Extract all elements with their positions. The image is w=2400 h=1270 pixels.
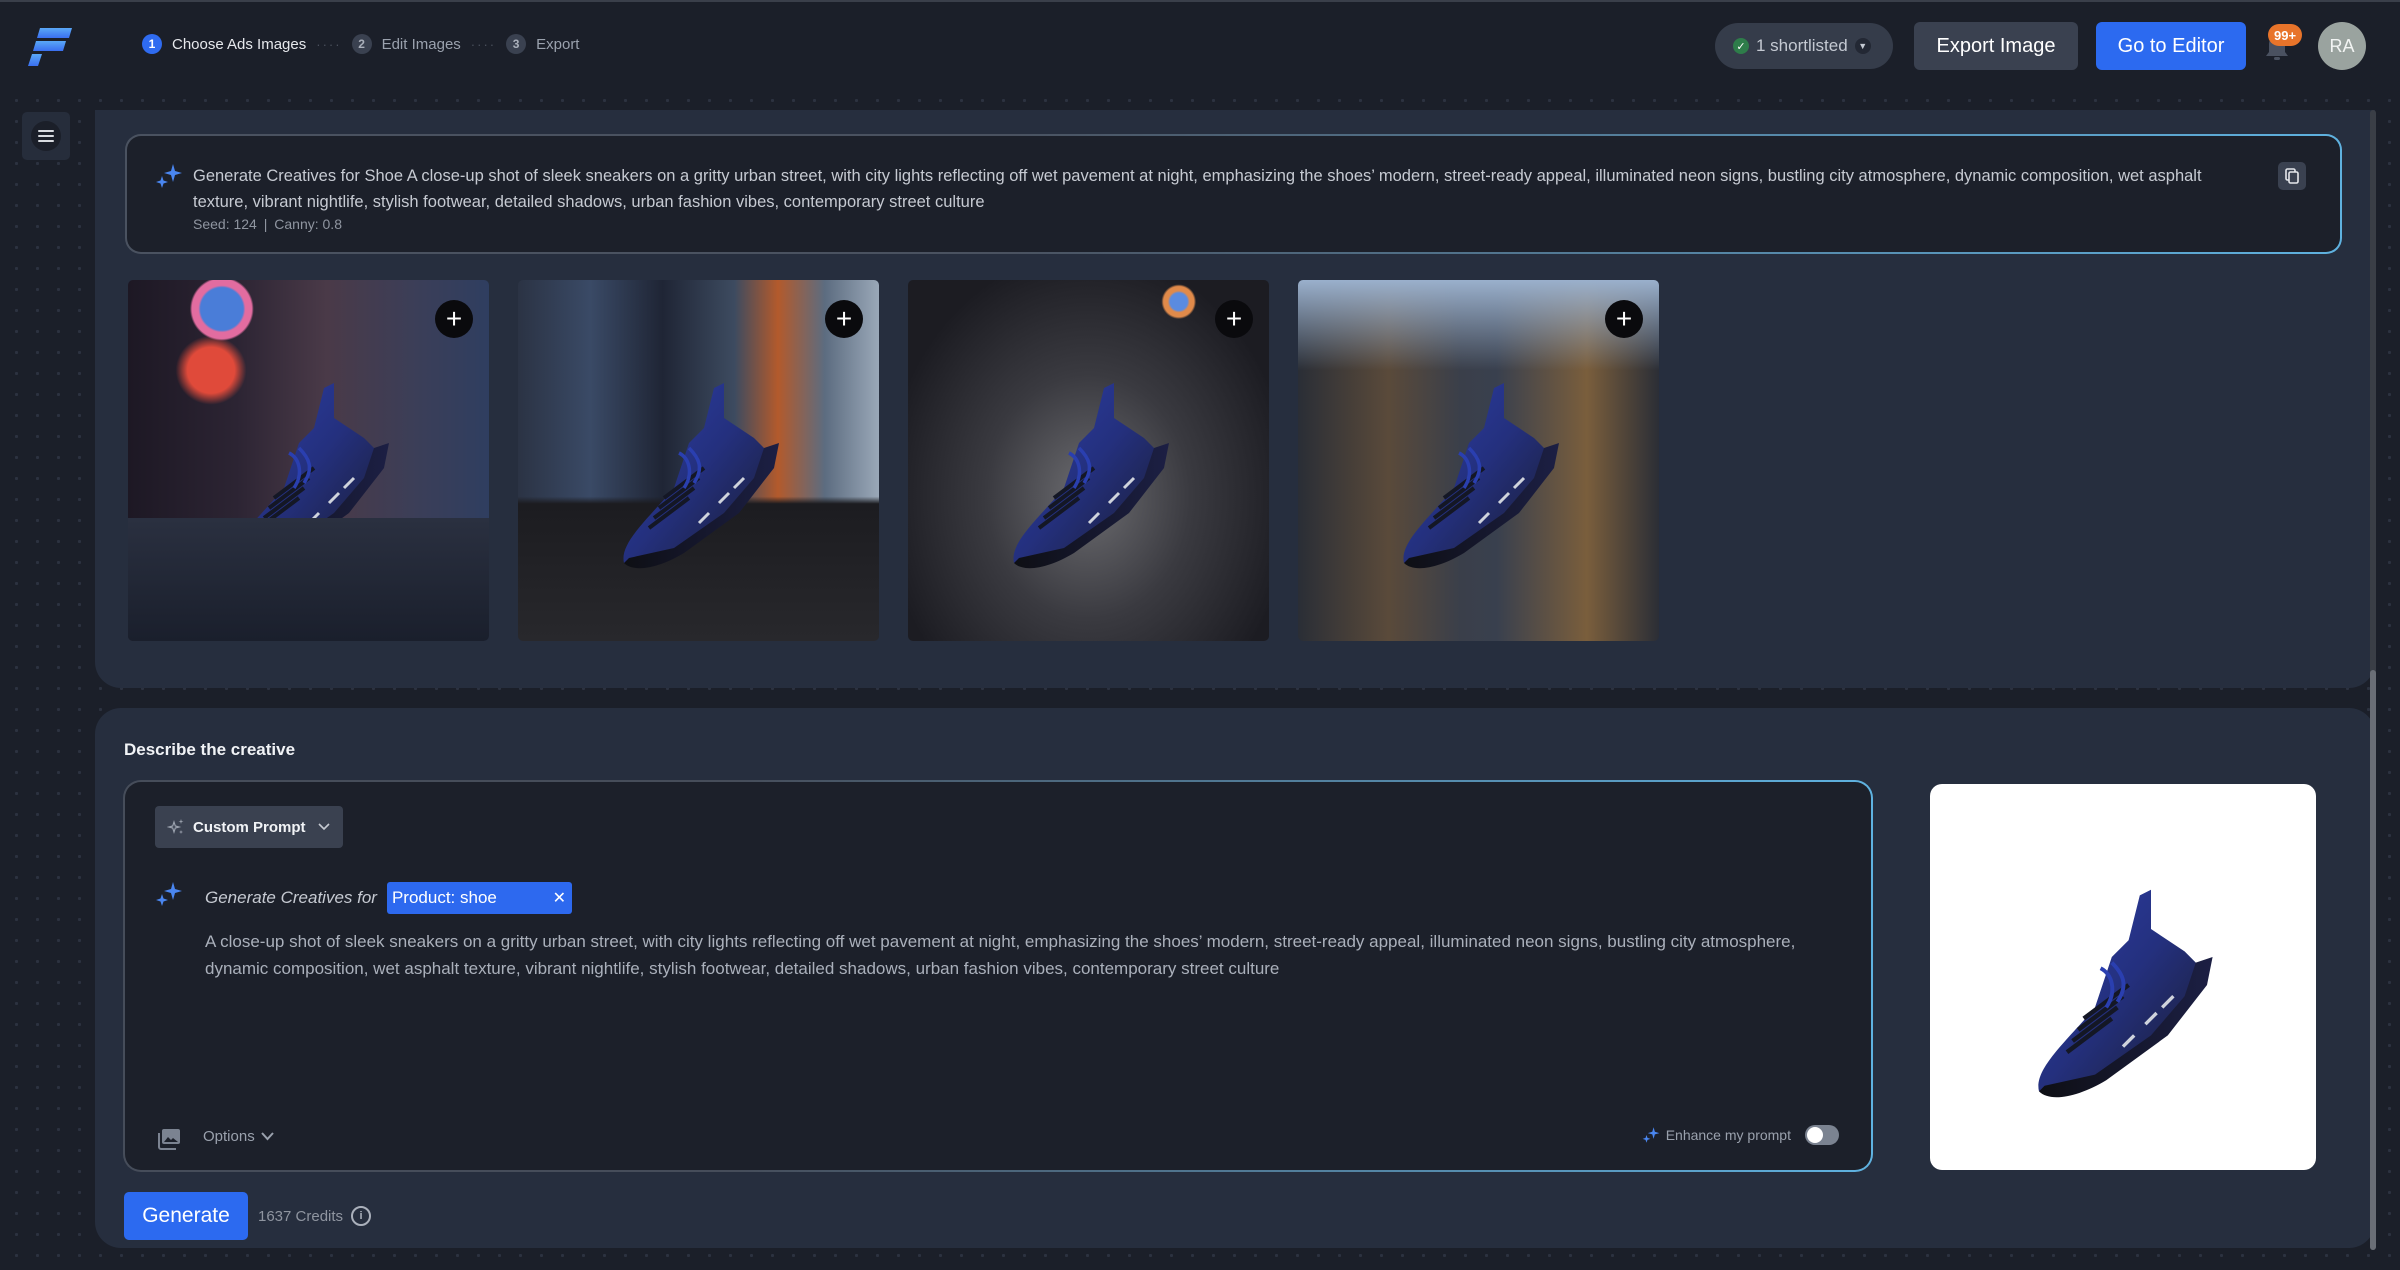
add-to-shortlist-button[interactable]: + [825,300,863,338]
reference-product-image[interactable] [1930,784,2316,1170]
product-chip-label: Product: shoe [391,888,497,907]
prompt-composer-panel: Describe the creative Custom Prompt Gene… [95,708,2375,1248]
add-to-shortlist-button[interactable]: + [435,300,473,338]
chevron-down-icon [260,1132,274,1141]
shortlisted-dropdown[interactable]: ✓ 1 shortlisted ▼ [1715,23,1893,69]
prompt-preset-dropdown[interactable]: Custom Prompt [155,806,343,848]
previous-prompt-card: Generate Creatives for Shoe A close-up s… [125,134,2342,254]
sneaker-image [1010,380,1171,570]
prompt-input-box[interactable]: Custom Prompt Generate Creatives for Pro… [123,780,1873,1172]
step-label: Export [536,35,580,53]
app-logo[interactable] [28,26,74,68]
image-gallery-icon[interactable] [157,1128,181,1150]
options-label: Options [203,1128,255,1145]
notification-badge: 99+ [2268,24,2303,46]
menu-icon [38,130,54,142]
sparkle-icon [156,882,182,906]
step-separator: ···· [470,36,497,52]
step-label: Choose Ads Images [172,35,307,53]
generated-image[interactable]: + [518,280,879,641]
credits-info: 1637 Credits i [258,1206,372,1226]
enhance-prompt-control: Enhance my prompt [1642,1125,1839,1145]
export-image-button[interactable]: Export Image [1914,22,2078,70]
meta-separator: | [263,216,268,232]
step-edit-images[interactable]: 2 Edit Images [351,34,461,54]
preset-label: Custom Prompt [193,818,306,836]
generated-image[interactable]: + [128,280,489,641]
add-to-shortlist-button[interactable]: + [1215,300,1253,338]
chevron-down-icon: ▼ [1854,38,1871,54]
scrollbar[interactable] [2370,110,2376,1250]
generation-history-panel: Generate Creatives for Shoe A close-up s… [95,110,2375,688]
generate-for-label: Generate Creatives for [205,888,377,907]
step-label: Edit Images [381,35,461,53]
sparkle-icon [156,164,182,188]
top-bar: 1 Choose Ads Images ···· 2 Edit Images ·… [0,0,2400,88]
sneaker-image [1983,845,2263,1125]
sneaker-image [620,380,781,570]
copy-icon [2285,168,2299,184]
user-avatar[interactable]: RA [2318,22,2366,70]
canny-value: Canny: 0.8 [274,216,342,232]
step-export[interactable]: 3 Export [506,34,579,54]
enhance-prompt-toggle[interactable] [1805,1125,1839,1145]
stepper: 1 Choose Ads Images ···· 2 Edit Images ·… [142,34,579,54]
check-icon: ✓ [1733,38,1749,54]
generate-button[interactable]: Generate [124,1192,248,1240]
previous-prompt-text: Generate Creatives for Shoe A close-up s… [193,167,2202,211]
prompt-description[interactable]: A close-up shot of sleek sneakers on a g… [205,928,1825,982]
step-number: 2 [351,34,372,54]
info-icon[interactable]: i [351,1206,372,1226]
seed-value: Seed: 124 [193,216,257,232]
step-number: 1 [142,34,162,54]
generated-image[interactable]: + [908,280,1269,641]
sidebar-toggle-button[interactable] [22,112,70,160]
enhance-label: Enhance my prompt [1665,1127,1791,1143]
go-to-editor-button[interactable]: Go to Editor [2096,22,2246,70]
generated-images-gallery: + + + + [128,280,1659,641]
magic-sparkle-icon [167,819,184,834]
generate-for-row: Generate Creatives for Product: shoe ✕ [205,882,572,914]
sneaker-image [1400,380,1561,570]
product-chip[interactable]: Product: shoe ✕ [386,882,572,914]
section-title: Describe the creative [124,740,296,759]
step-separator: ···· [316,36,342,52]
credits-label: 1637 Credits [258,1207,344,1225]
copy-prompt-button[interactable] [2278,162,2306,190]
add-to-shortlist-button[interactable]: + [1605,300,1643,338]
step-number: 3 [506,34,527,54]
close-icon[interactable]: ✕ [553,888,566,908]
step-choose-ads-images[interactable]: 1 Choose Ads Images [142,34,306,54]
sneaker-image [230,380,391,570]
scrollbar-thumb[interactable] [2370,670,2376,1250]
sparkle-icon [1642,1127,1660,1143]
options-dropdown[interactable]: Options [203,1128,274,1145]
generated-image[interactable]: + [1298,280,1659,641]
generation-meta: Seed: 124 | Canny: 0.8 [193,216,342,232]
shortlisted-label: 1 shortlisted [1756,36,1848,55]
chevron-down-icon [317,823,330,831]
